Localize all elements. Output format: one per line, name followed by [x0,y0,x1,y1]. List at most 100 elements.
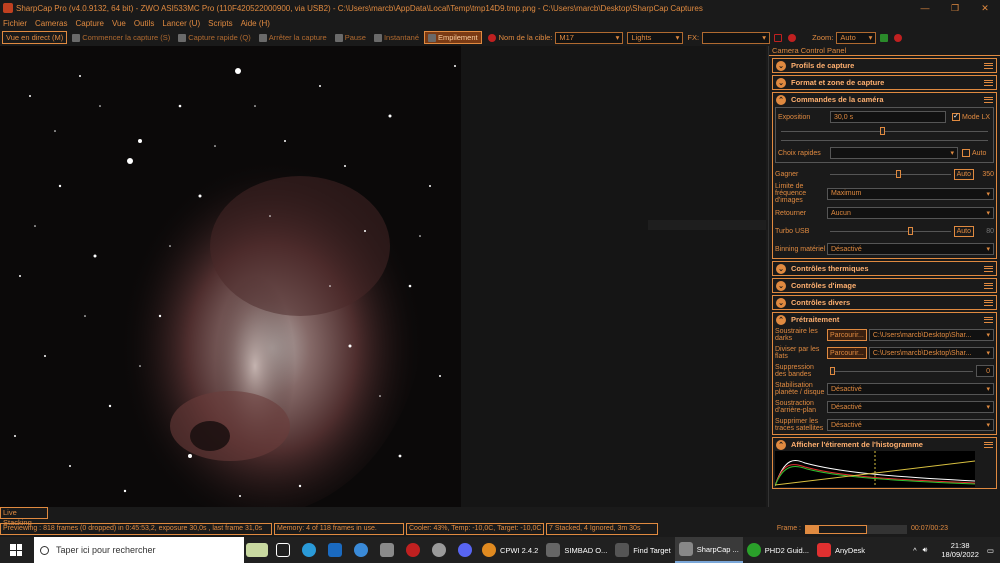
quick-capture-button[interactable]: Capture rapide (Q) [175,31,254,44]
chevron-up-icon[interactable]: ^ [913,546,917,555]
taskbar-pinned-image[interactable] [244,537,270,563]
taskbar-app-cpwi[interactable]: CPWI 2.4.2 [478,537,542,563]
zoom-select[interactable]: Auto ▾ [836,31,877,44]
expand-icon[interactable]: ⌄ [776,60,786,71]
menu-vue[interactable]: Vue [112,19,126,28]
expand-icon[interactable]: ⌄ [776,263,786,274]
stacking-button[interactable]: Empilement [424,31,482,44]
section-format[interactable]: ⌄ Format et zone de capture [772,75,997,90]
target-select[interactable]: M17 ▾ [555,31,624,44]
darks-path-select[interactable]: C:\Users\marcb\Desktop\Shar... ▾ [868,329,994,341]
live-view-button[interactable]: Vue en direct (M) [2,31,68,44]
taskbar-search-input[interactable]: Taper ici pour rechercher [34,537,244,563]
maximize-button[interactable]: ❐ [940,3,970,14]
expand-icon[interactable]: ⌄ [776,280,786,291]
section-misc[interactable]: ⌄ Contrôles divers [772,295,997,310]
app-icon-settings[interactable] [426,537,452,563]
clock[interactable]: 21:38 18/09/2022 [941,541,979,559]
app-icon-blue[interactable] [322,537,348,563]
flats-path-select[interactable]: C:\Users\marcb\Desktop\Shar... ▾ [868,347,994,359]
hamburger-icon[interactable] [984,282,993,289]
menu-capture[interactable]: Capture [75,19,103,28]
section-profiles[interactable]: ⌄ Profils de capture [772,58,997,73]
menu-scripts[interactable]: Scripts [208,19,232,28]
hamburger-icon[interactable] [984,299,993,306]
section-thermal[interactable]: ⌄ Contrôles thermiques [772,261,997,276]
frame-type-select[interactable]: Lights ▾ [627,31,684,44]
flats-browse-button[interactable]: Parcourir... [827,347,867,359]
taskbar-app-phd2[interactable]: PHD2 Guid... [743,537,813,563]
taskbar-app-findtarget[interactable]: Find Target [611,537,674,563]
live-stacking-tab[interactable]: Live Stacking [0,507,48,527]
taskbar-app-anydesk[interactable]: AnyDesk [813,537,869,563]
menu-fichier[interactable]: Fichier [3,19,27,28]
banding-value[interactable]: 0 [976,365,994,377]
banding-slider[interactable] [830,367,973,375]
menu-aide[interactable]: Aide (H) [241,19,270,28]
speaker-icon[interactable]: 🔊︎ [923,545,928,555]
sat-select[interactable]: Désactivé ▾ [827,419,994,431]
hamburger-icon[interactable] [984,441,993,448]
histogram-icon[interactable] [880,33,889,42]
slider-thumb[interactable] [908,227,914,235]
discord-icon[interactable] [452,537,478,563]
gain-slider[interactable] [830,170,951,178]
exposure-slider[interactable] [781,127,988,135]
lx-mode-checkbox[interactable]: ✓ Mode LX [952,113,990,121]
edge-browser-icon[interactable] [296,537,322,563]
close-button[interactable]: ✕ [970,3,1000,14]
snapshot-button[interactable]: Instantané [371,31,422,44]
quick-choice-select[interactable]: ▾ [830,147,958,159]
app-icon-gray[interactable] [374,537,400,563]
framerate-select[interactable]: Maximum ▾ [827,187,994,200]
start-capture-button[interactable]: Commencer la capture (S) [69,31,173,44]
hamburger-icon[interactable] [984,265,993,272]
turbo-auto-button[interactable]: Auto [953,225,974,237]
quick-auto-checkbox[interactable]: Auto [962,149,986,157]
rect-select-icon[interactable] [774,33,783,42]
collapse-icon[interactable]: ⌃ [776,439,786,450]
notification-icon[interactable]: ▭ [987,546,994,555]
flip-select[interactable]: Aucun ▾ [827,207,994,219]
expand-icon[interactable]: ⌄ [776,297,786,308]
histogram-graph[interactable] [775,451,975,487]
slider-thumb[interactable] [896,170,902,178]
menu-outils[interactable]: Outils [134,19,154,28]
zoom-reticle-icon[interactable] [894,33,903,42]
reticle-icon[interactable] [788,33,797,42]
taskbar-app-sharpcap[interactable]: SharpCap ... [674,537,743,563]
bg-select[interactable]: Désactivé ▾ [827,401,994,413]
section-image[interactable]: ⌄ Contrôles d'image [772,278,997,293]
hamburger-icon[interactable] [984,62,993,69]
stop-capture-button[interactable]: Arrêter la capture [256,31,330,44]
turbo-value[interactable]: 80 [976,228,994,235]
image-viewport[interactable] [0,46,766,507]
binning-select[interactable]: Désactivé ▾ [827,243,994,255]
minimize-button[interactable]: — [910,3,940,13]
collapse-icon[interactable]: ⌃ [776,94,786,105]
windows-start-icon[interactable] [10,544,22,556]
hamburger-icon[interactable] [984,96,993,103]
darks-browse-button[interactable]: Parcourir... [827,329,867,341]
slider-thumb[interactable] [880,127,886,135]
hamburger-icon[interactable] [984,79,993,86]
clock-time: 21:38 [950,541,970,550]
exposure-fine-slider[interactable] [781,136,988,144]
fx-select[interactable]: ▾ [702,31,771,44]
turbo-slider[interactable] [830,227,951,235]
menu-lancer[interactable]: Lancer (U) [162,19,200,28]
hamburger-icon[interactable] [984,316,993,323]
pause-button[interactable]: Pause [332,31,369,44]
app-icon-c[interactable] [348,537,374,563]
collapse-icon[interactable]: ⌃ [776,314,786,325]
stab-select[interactable]: Désactivé ▾ [827,383,994,395]
menu-cameras[interactable]: Cameras [35,19,67,28]
task-view-icon[interactable] [270,537,296,563]
exposure-input[interactable]: 30,0 s [830,111,946,123]
slider-thumb[interactable] [830,367,835,375]
app-icon-red[interactable] [400,537,426,563]
expand-icon[interactable]: ⌄ [776,77,786,88]
taskbar-app-simbad[interactable]: SIMBAD O... [542,537,611,563]
gain-auto-button[interactable]: Auto [953,168,974,180]
gain-value[interactable]: 350 [976,171,994,178]
